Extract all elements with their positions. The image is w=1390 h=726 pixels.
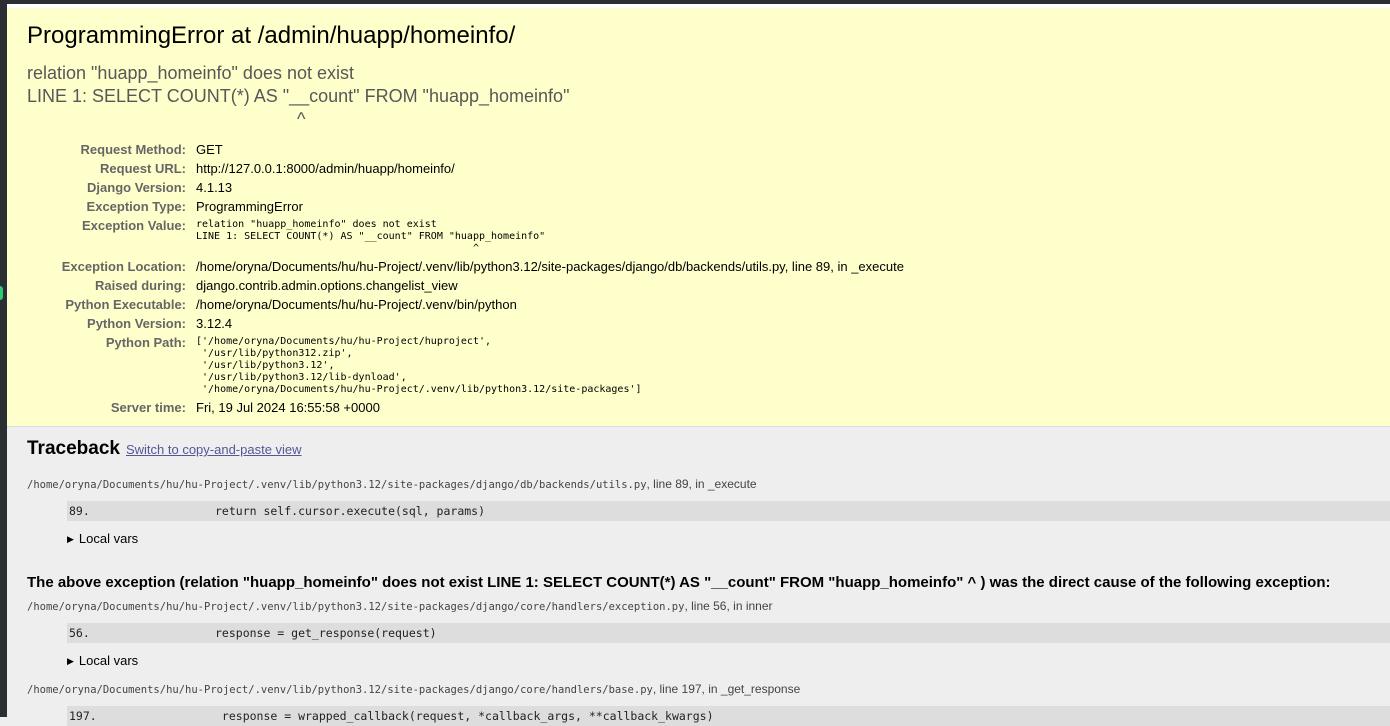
meta-value: 4.1.13 bbox=[196, 180, 233, 195]
meta-row-exception-location: Exception Location: /home/oryna/Document… bbox=[47, 257, 904, 276]
meta-row-django-version: Django Version: 4.1.13 bbox=[47, 178, 904, 197]
traceback-heading-text: Traceback bbox=[27, 438, 120, 459]
meta-label: Request Method: bbox=[80, 142, 186, 157]
meta-label: Raised during: bbox=[94, 278, 186, 293]
meta-label: Python Version: bbox=[87, 316, 186, 331]
meta-label: Request URL: bbox=[100, 161, 186, 176]
meta-label: Exception Location: bbox=[61, 259, 186, 274]
frame-file-base: /home/oryna/Documents/hu/hu-Project/.ven… bbox=[27, 682, 800, 697]
browser-chrome-gap bbox=[0, 4, 1390, 8]
frame-location: , line 197, in _get_response bbox=[652, 682, 801, 696]
line-code: return self.cursor.execute(sql, params) bbox=[215, 504, 486, 518]
local-vars-toggle[interactable]: ▶ Local vars bbox=[67, 653, 138, 669]
frame-location: , line 89, in _execute bbox=[646, 477, 757, 491]
left-window-edge bbox=[0, 0, 7, 717]
error-summary: ProgrammingError at /admin/huapp/homeinf… bbox=[7, 10, 1390, 427]
left-edge-indicator bbox=[0, 286, 3, 300]
frame-file-path: /home/oryna/Documents/hu/hu-Project/.ven… bbox=[27, 684, 653, 696]
line-number: 89. bbox=[69, 504, 90, 518]
switch-copy-paste-link[interactable]: Switch to copy-and-paste view bbox=[126, 442, 302, 457]
meta-label: Exception Value: bbox=[81, 218, 186, 233]
meta-value: 3.12.4 bbox=[196, 316, 233, 331]
traceback-heading: Traceback Switch to copy-and-paste view bbox=[27, 438, 302, 461]
python-path-pre: ['/home/oryna/Documents/hu/hu-Project/hu… bbox=[196, 336, 642, 395]
frame-context-line[interactable]: 56. response = get_response(request) bbox=[67, 623, 1390, 643]
line-code: response = wrapped_callback(request, *ca… bbox=[215, 709, 714, 723]
cause-message: The above exception (relation "huapp_hom… bbox=[27, 574, 1331, 591]
meta-label: Server time: bbox=[110, 400, 186, 415]
exception-message: relation "huapp_homeinfo" does not exist… bbox=[27, 63, 570, 129]
browser-top-strip bbox=[0, 0, 1390, 10]
line-number: 56. bbox=[69, 626, 90, 640]
page-title: ProgrammingError at /admin/huapp/homeinf… bbox=[27, 22, 516, 49]
meta-value: /home/oryna/Documents/hu/hu-Project/.ven… bbox=[196, 259, 904, 274]
local-vars-label: Local vars bbox=[78, 531, 139, 546]
meta-label: Python Executable: bbox=[65, 297, 186, 312]
meta-row-python-executable: Python Executable: /home/oryna/Documents… bbox=[47, 295, 904, 314]
meta-row-exception-value: Exception Value: relation "huapp_homeinf… bbox=[47, 216, 904, 257]
meta-value: ProgrammingError bbox=[196, 199, 303, 214]
meta-row-exception-type: Exception Type: ProgrammingError bbox=[47, 197, 904, 216]
meta-value-cell: ['/home/oryna/Documents/hu/hu-Project/hu… bbox=[196, 333, 904, 398]
frame-file-path: /home/oryna/Documents/hu/hu-Project/.ven… bbox=[27, 479, 647, 491]
line-code: response = get_response(request) bbox=[215, 626, 437, 640]
meta-row-request-url: Request URL: http://127.0.0.1:8000/admin… bbox=[47, 159, 904, 178]
frame-context-line[interactable]: 197. response = wrapped_callback(request… bbox=[67, 706, 1390, 726]
meta-value: Fri, 19 Jul 2024 16:55:58 +0000 bbox=[196, 400, 380, 415]
frame-context-line[interactable]: 89. return self.cursor.execute(sql, param… bbox=[67, 501, 1390, 521]
meta-row-python-path: Python Path: ['/home/oryna/Documents/hu/… bbox=[47, 333, 904, 398]
meta-row-server-time: Server time: Fri, 19 Jul 2024 16:55:58 +… bbox=[47, 398, 904, 417]
meta-row-python-version: Python Version: 3.12.4 bbox=[47, 314, 904, 333]
frame-location: , line 56, in inner bbox=[684, 599, 773, 613]
frame-file-utils: /home/oryna/Documents/hu/hu-Project/.ven… bbox=[27, 477, 757, 492]
local-vars-label: Local vars bbox=[78, 653, 139, 668]
triangle-right-icon: ▶ bbox=[67, 656, 74, 666]
meta-row-raised-during: Raised during: django.contrib.admin.opti… bbox=[47, 276, 904, 295]
meta-value: /home/oryna/Documents/hu/hu-Project/.ven… bbox=[196, 297, 517, 312]
meta-label: Django Version: bbox=[87, 180, 186, 195]
meta-value: http://127.0.0.1:8000/admin/huapp/homein… bbox=[196, 161, 455, 176]
local-vars-toggle[interactable]: ▶ Local vars bbox=[67, 531, 138, 547]
meta-value: GET bbox=[196, 142, 223, 157]
traceback-section: Traceback Switch to copy-and-paste view /… bbox=[7, 427, 1390, 726]
triangle-right-icon: ▶ bbox=[67, 534, 74, 544]
exception-value-pre: relation "huapp_homeinfo" does not exist… bbox=[196, 219, 546, 254]
meta-label: Python Path: bbox=[105, 335, 186, 350]
meta-value: django.contrib.admin.options.changelist_… bbox=[196, 278, 458, 293]
meta-row-request-method: Request Method: GET bbox=[47, 140, 904, 159]
frame-file-exception: /home/oryna/Documents/hu/hu-Project/.ven… bbox=[27, 599, 773, 614]
frame-file-path: /home/oryna/Documents/hu/hu-Project/.ven… bbox=[27, 601, 685, 613]
meta-label: Exception Type: bbox=[86, 199, 186, 214]
request-meta-table: Request Method: GET Request URL: http://… bbox=[47, 140, 904, 417]
meta-value-cell: relation "huapp_homeinfo" does not exist… bbox=[196, 216, 904, 257]
line-number: 197. bbox=[69, 709, 97, 723]
